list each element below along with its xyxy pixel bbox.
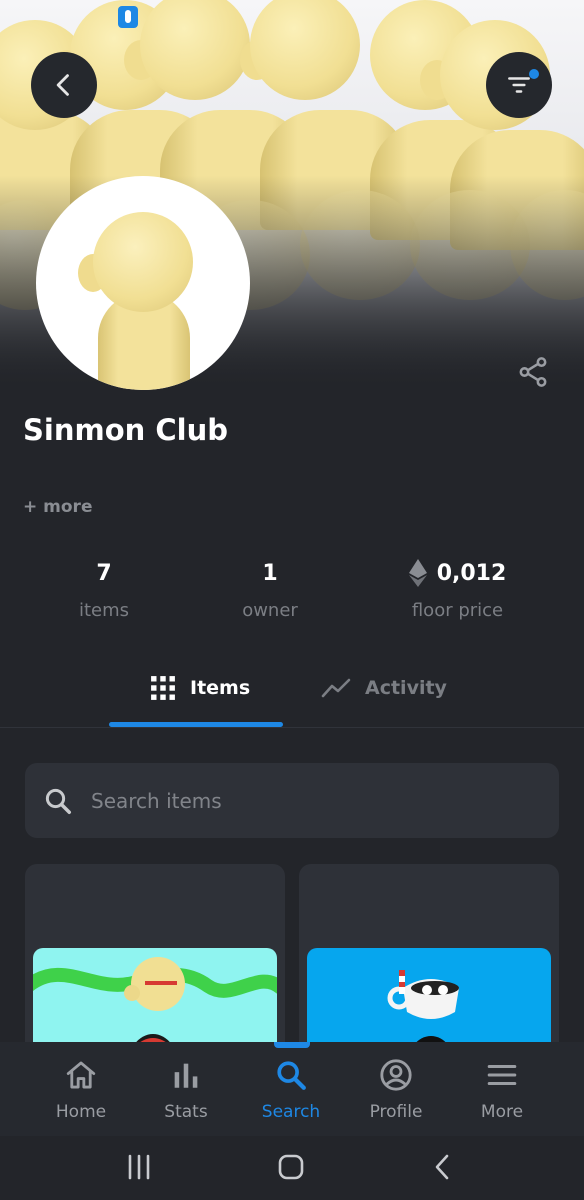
nav-profile-label: Profile — [369, 1102, 423, 1122]
stat-floor-price: 0,012 floor price — [380, 558, 535, 621]
share-button[interactable] — [516, 355, 550, 389]
filter-active-dot — [529, 69, 539, 79]
stat-items-label: items — [78, 600, 130, 621]
more-link[interactable]: + more — [23, 497, 92, 517]
item-card[interactable] — [25, 864, 285, 1064]
stat-floor-price-value: 0,012 — [436, 560, 507, 586]
tab-activity-label: Activity — [365, 677, 447, 699]
profile-icon — [380, 1059, 412, 1091]
stat-items-value: 7 — [96, 560, 112, 586]
chevron-left-icon — [56, 74, 69, 96]
nav-search[interactable]: Search — [241, 1058, 341, 1122]
filter-button[interactable] — [486, 52, 552, 118]
nav-profile[interactable]: Profile — [346, 1058, 446, 1122]
menu-icon — [487, 1064, 517, 1086]
tab-items[interactable]: Items — [150, 658, 250, 718]
system-navigation-bar — [0, 1136, 584, 1200]
nav-home-label: Home — [55, 1102, 107, 1122]
tab-items-label: Items — [190, 677, 251, 699]
tab-activity[interactable]: Activity — [321, 658, 447, 718]
stat-owner: 1 owner — [210, 558, 330, 622]
nav-home[interactable]: Home — [31, 1058, 131, 1122]
stat-items: 7 items — [44, 558, 164, 622]
search-icon — [277, 1061, 306, 1090]
search-input[interactable] — [91, 788, 511, 813]
activity-chart-icon — [321, 678, 351, 698]
collection-avatar — [36, 176, 250, 390]
collection-title: Sinmon Club — [23, 413, 228, 447]
share-icon — [519, 357, 547, 387]
status-bar-app-icon — [118, 6, 138, 28]
search-box[interactable] — [25, 763, 559, 838]
collection-tabs: Items Activity — [0, 658, 584, 728]
nav-stats-label: Stats — [164, 1102, 208, 1122]
stat-floor-price-label: floor price — [411, 600, 504, 621]
home-button-icon[interactable] — [277, 1153, 305, 1181]
filter-icon — [508, 77, 530, 93]
grid-icon — [151, 676, 175, 700]
nav-more[interactable]: More — [452, 1058, 552, 1122]
nav-stats[interactable]: Stats — [136, 1058, 236, 1122]
stat-owner-label: owner — [242, 600, 298, 621]
nav-more-label: More — [480, 1102, 524, 1122]
bar-chart-icon — [174, 1063, 198, 1088]
back-button[interactable] — [31, 52, 97, 118]
home-icon — [66, 1061, 96, 1089]
stat-owner-value: 1 — [262, 560, 278, 586]
search-icon — [45, 788, 71, 814]
active-nav-marker — [274, 1042, 310, 1048]
recent-apps-icon[interactable] — [126, 1153, 152, 1181]
active-tab-indicator — [109, 722, 283, 727]
back-icon[interactable] — [430, 1153, 456, 1181]
item-card[interactable] — [299, 864, 559, 1064]
nav-search-label: Search — [261, 1102, 321, 1122]
ethereum-icon — [408, 559, 427, 587]
